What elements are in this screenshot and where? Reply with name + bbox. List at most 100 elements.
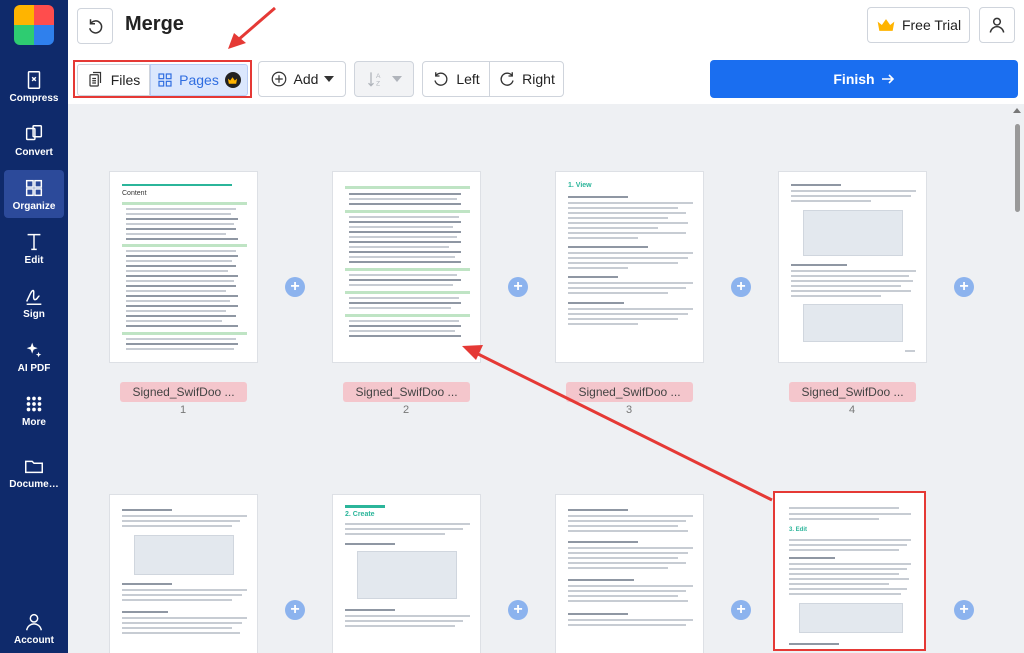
plus-icon: + <box>290 278 300 295</box>
finish-button[interactable]: Finish <box>710 60 1018 98</box>
sidebar-item-compress[interactable]: Compress <box>4 62 64 110</box>
sidebar-account-label: Account <box>14 634 54 646</box>
add-circle-icon <box>271 71 286 87</box>
pages-view-button[interactable]: Pages <box>150 64 248 96</box>
convert-icon <box>25 124 43 140</box>
page-file-label: Signed_SwifDoo ... <box>789 382 916 402</box>
view-toggle: Files Pages <box>73 60 252 98</box>
insert-page-button[interactable]: + <box>508 277 528 297</box>
plus-icon: + <box>290 601 300 618</box>
sort-az-icon: AZ <box>368 72 381 88</box>
sidebar-item-label: AI PDF <box>17 362 51 374</box>
page-file-label: Signed_SwifDoo ... <box>120 382 247 402</box>
page-thumbnail-5[interactable] <box>109 494 258 653</box>
sidebar-item-label: Edit <box>24 254 44 266</box>
page-thumbnail-1[interactable]: Content <box>109 171 258 363</box>
header: Merge Free Trial <box>68 0 1024 52</box>
page-thumbnail-6[interactable]: 2. Create <box>332 494 481 653</box>
caret-down-icon <box>324 76 335 82</box>
organize-icon <box>25 179 43 196</box>
sidebar-item-label: Convert <box>15 146 53 158</box>
page-number: 1 <box>179 404 187 416</box>
folder-icon <box>25 460 43 473</box>
rotate-right-icon <box>500 72 514 86</box>
arrow-right-icon <box>881 74 894 84</box>
insert-page-button[interactable]: + <box>285 277 305 297</box>
rotate-left-icon <box>434 72 448 86</box>
app-logo[interactable] <box>14 5 54 45</box>
plus-icon: + <box>736 601 746 618</box>
page-number: 2 <box>402 404 410 416</box>
insert-page-button[interactable]: + <box>954 600 974 620</box>
premium-crown-icon <box>224 72 241 88</box>
scrollbar-thumb[interactable] <box>1015 124 1020 212</box>
page-number: 4 <box>848 404 856 416</box>
user-icon <box>25 613 43 630</box>
files-icon <box>89 71 101 87</box>
toolbar: Files Pages Add AZ Left Right Finish <box>68 52 1024 104</box>
page-thumbnail-2[interactable] <box>332 171 481 363</box>
sidebar-item-label: Organize <box>12 200 56 212</box>
user-icon <box>989 17 1005 33</box>
page-title: Merge <box>125 13 184 35</box>
insert-page-button[interactable]: + <box>731 277 751 297</box>
page-file-label: Signed_SwifDoo ... <box>343 382 470 402</box>
insert-page-button[interactable]: + <box>508 600 528 620</box>
scroll-up-arrow-icon[interactable] <box>1013 108 1021 113</box>
add-label: Add <box>293 71 319 87</box>
rotate-right-label: Right <box>522 71 555 87</box>
page-thumbnail-4[interactable] <box>778 171 927 363</box>
sidebar: Compress Convert Organize Edit Sign AI P… <box>0 0 68 653</box>
undo-button[interactable] <box>77 8 113 44</box>
files-label: Files <box>110 72 141 88</box>
sidebar-account[interactable]: Account <box>4 604 64 652</box>
sidebar-item-convert[interactable]: Convert <box>4 116 64 164</box>
plus-icon: + <box>736 278 746 295</box>
page-thumbnail-7[interactable] <box>555 494 704 653</box>
sidebar-item-organize[interactable]: Organize <box>4 170 64 218</box>
compress-icon <box>27 70 41 89</box>
sidebar-item-label: Docume… <box>9 478 59 490</box>
sidebar-item-label: More <box>22 416 46 428</box>
page-thumbnail-3[interactable]: 1. View <box>555 171 704 363</box>
add-button[interactable]: Add <box>258 61 346 97</box>
pages-label: Pages <box>179 72 219 88</box>
signature-icon <box>26 289 42 305</box>
insert-page-button[interactable]: + <box>954 277 974 297</box>
page-thumb-heading: 2. Create <box>345 511 375 518</box>
sort-button[interactable]: AZ <box>354 61 414 97</box>
account-button[interactable] <box>979 7 1015 43</box>
plus-icon: + <box>959 278 969 295</box>
free-trial-button[interactable]: Free Trial <box>867 7 970 43</box>
sidebar-item-label: Compress <box>9 92 59 104</box>
page-thumb-heading: 3. Edit <box>789 527 808 533</box>
files-view-button[interactable]: Files <box>77 64 150 96</box>
svg-text:A: A <box>376 73 381 80</box>
sidebar-item-label: Sign <box>23 308 45 320</box>
plus-icon: + <box>959 601 969 618</box>
rotate-right-button[interactable]: Right <box>489 61 564 97</box>
sidebar-item-more[interactable]: More <box>4 386 64 434</box>
rotate-left-label: Left <box>456 71 480 87</box>
pages-grid-icon <box>158 73 172 87</box>
sidebar-item-sign[interactable]: Sign <box>4 278 64 326</box>
edit-text-icon <box>27 233 41 250</box>
page-thumbnail-8-selected[interactable]: 3. Edit <box>773 491 926 651</box>
insert-page-button[interactable]: + <box>731 600 751 620</box>
crown-icon <box>877 19 895 31</box>
grid-dots-icon <box>26 396 42 411</box>
rotate-left-button[interactable]: Left <box>422 61 490 97</box>
free-trial-label: Free Trial <box>901 17 962 33</box>
insert-page-button[interactable]: + <box>285 600 305 620</box>
sidebar-item-edit[interactable]: Edit <box>4 224 64 272</box>
sidebar-item-documents[interactable]: Docume… <box>4 448 64 496</box>
page-number: 3 <box>625 404 633 416</box>
caret-down-icon <box>392 76 402 82</box>
svg-text:Z: Z <box>376 81 380 88</box>
sidebar-item-ai-pdf[interactable]: AI PDF <box>4 332 64 380</box>
page-file-label: Signed_SwifDoo ... <box>566 382 693 402</box>
page-thumb-heading: Content <box>122 190 147 197</box>
page-thumb-heading: 1. View <box>568 182 592 189</box>
sparkle-icon <box>26 342 42 357</box>
plus-icon: + <box>513 278 523 295</box>
